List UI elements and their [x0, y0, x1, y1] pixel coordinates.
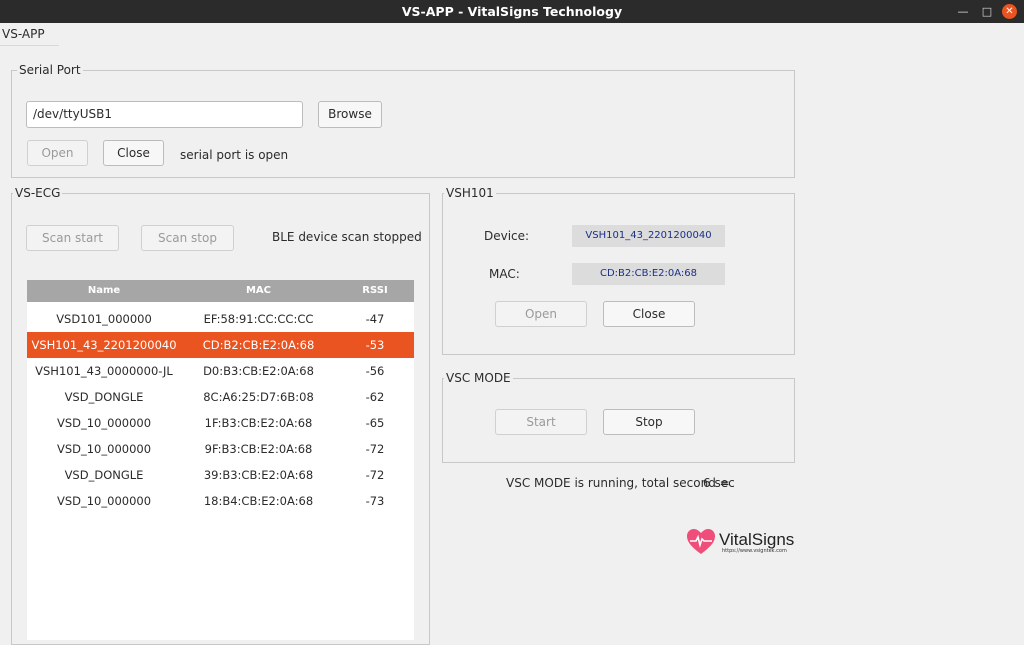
vsc-stop-button[interactable]: Stop — [603, 409, 695, 435]
vsc-status-text: VSC MODE is running, total second = — [506, 476, 730, 490]
logo-text: VitalSigns — [719, 530, 795, 549]
heart-pulse-icon — [687, 529, 715, 554]
vsc-seconds-value: 6 sec — [703, 476, 735, 490]
cell-name: VSD_DONGLE — [64, 468, 144, 482]
column-header-name[interactable]: Name — [27, 280, 181, 302]
serial-open-button[interactable]: Open — [27, 140, 88, 166]
vs-ecg-title: VS-ECG — [13, 186, 63, 200]
cell-name: VSH101_43_0000000-JL — [35, 364, 173, 378]
cell-name: VSD_10_000000 — [56, 494, 152, 508]
table-row[interactable]: VSD_10_000000 9F:B3:CB:E2:0A:68 -72 — [27, 436, 414, 462]
vsc-start-button[interactable]: Start — [495, 409, 587, 435]
cell-mac: 39:B3:CB:E2:0A:68 — [203, 468, 314, 482]
serial-close-button[interactable]: Close — [103, 140, 164, 166]
cell-name: VSD101_000000 — [56, 312, 152, 326]
table-header: Name MAC RSSI — [27, 280, 414, 302]
device-value: VSH101_43_2201200040 — [572, 225, 725, 247]
cell-rssi: -72 — [365, 442, 385, 456]
scan-start-button[interactable]: Scan start — [26, 225, 119, 251]
vsh101-title: VSH101 — [444, 186, 496, 200]
device-table: Name MAC RSSI VSD101_000000 EF:58:91:CC:C… — [27, 280, 414, 640]
mac-label: MAC: — [489, 267, 520, 281]
scan-status-text: BLE device scan stopped — [272, 230, 422, 244]
serial-port-title: Serial Port — [17, 63, 83, 77]
table-row[interactable]: VSH101_43_2201200040 CD:B2:CB:E2:0A:68 -53 — [27, 332, 414, 358]
title-bar: VS-APP - VitalSigns Technology — [0, 0, 1024, 23]
minimize-icon[interactable]: — — [956, 0, 970, 23]
serial-status-text: serial port is open — [180, 148, 289, 162]
cell-name: VSD_DONGLE — [64, 390, 144, 404]
device-label: Device: — [484, 229, 530, 243]
cell-name: VSD_10_000000 — [56, 442, 152, 456]
logo-url: https://www.vsigntek.com — [722, 548, 787, 554]
column-header-mac[interactable]: MAC — [181, 280, 336, 302]
table-row[interactable]: VSH101_43_0000000-JL D0:B3:CB:E2:0A:68 -56 — [27, 358, 414, 384]
serial-port-path-input[interactable]: /dev/ttyUSB1 — [26, 101, 303, 128]
cell-name: VSD_10_000000 — [56, 416, 152, 430]
table-row[interactable]: VSD_10_000000 18:B4:CB:E2:0A:68 -73 — [27, 488, 414, 514]
cell-name: VSH101_43_2201200040 — [31, 338, 177, 352]
mac-value: CD:B2:CB:E2:0A:68 — [572, 263, 725, 285]
cell-rssi: -73 — [365, 494, 385, 508]
table-row[interactable]: VSD_10_000000 1F:B3:CB:E2:0A:68 -65 — [27, 410, 414, 436]
cell-rssi: -65 — [365, 416, 385, 430]
cell-rssi: -56 — [365, 364, 385, 378]
cell-mac: 1F:B3:CB:E2:0A:68 — [204, 416, 313, 430]
cell-rssi: -62 — [365, 390, 385, 404]
cell-mac: 9F:B3:CB:E2:0A:68 — [204, 442, 313, 456]
table-row[interactable]: VSD_DONGLE 8C:A6:25:D7:6B:08 -62 — [27, 384, 414, 410]
cell-mac: 8C:A6:25:D7:6B:08 — [203, 390, 314, 404]
maximize-icon[interactable]: □ — [980, 0, 994, 23]
browse-button[interactable]: Browse — [318, 101, 382, 128]
cell-rssi: -47 — [365, 312, 385, 326]
window-title: VS-APP - VitalSigns Technology — [401, 4, 623, 19]
column-header-rssi[interactable]: RSSI — [336, 280, 414, 302]
cell-rssi: -72 — [365, 468, 385, 482]
table-row[interactable]: VSD_DONGLE 39:B3:CB:E2:0A:68 -72 — [27, 462, 414, 488]
tab-vs-app[interactable]: VS-APP — [0, 23, 59, 46]
cell-mac: D0:B3:CB:E2:0A:68 — [203, 364, 314, 378]
close-icon[interactable]: ✕ — [1002, 4, 1017, 19]
table-row[interactable]: VSD101_000000 EF:58:91:CC:CC:CC -47 — [27, 306, 414, 332]
vsh101-close-button[interactable]: Close — [603, 301, 695, 327]
cell-mac: EF:58:91:CC:CC:CC — [203, 312, 314, 326]
cell-rssi: -53 — [365, 338, 385, 352]
cell-mac: CD:B2:CB:E2:0A:68 — [202, 338, 315, 352]
cell-mac: 18:B4:CB:E2:0A:68 — [203, 494, 314, 508]
vsh101-open-button[interactable]: Open — [495, 301, 587, 327]
vsc-mode-title: VSC MODE — [444, 371, 513, 385]
scan-stop-button[interactable]: Scan stop — [141, 225, 234, 251]
